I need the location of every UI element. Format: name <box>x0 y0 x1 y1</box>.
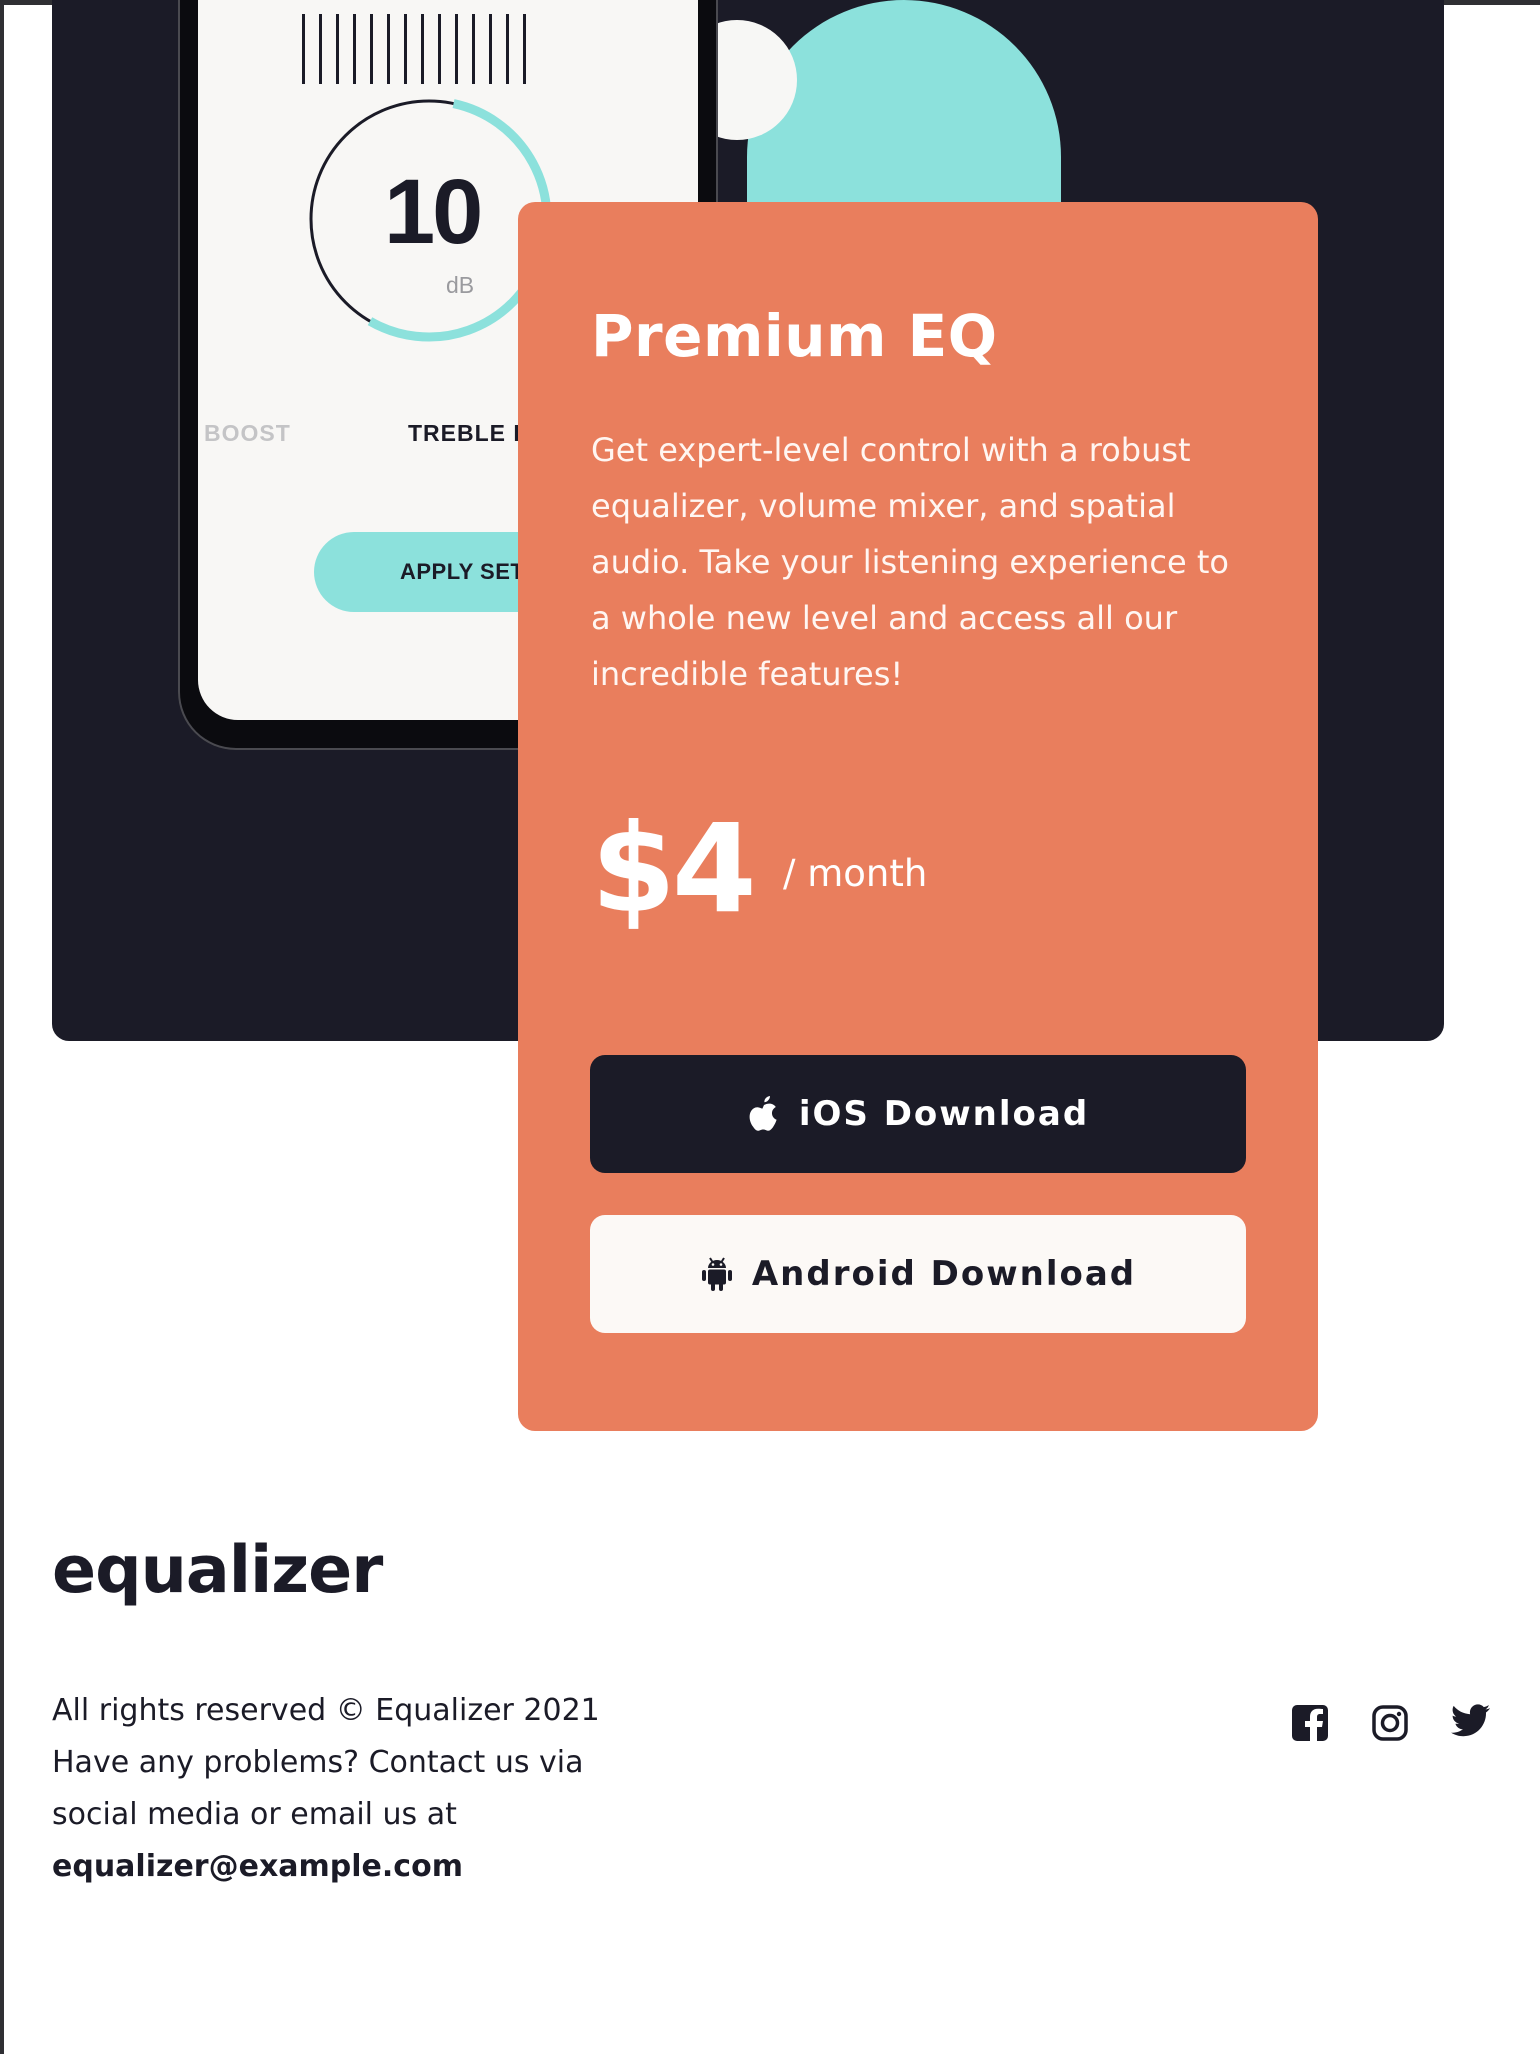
equalizer-bar <box>506 14 509 84</box>
equalizer-bar <box>319 14 322 84</box>
equalizer-bar <box>523 14 526 84</box>
equalizer-bar <box>387 14 390 84</box>
contact-email-link[interactable]: equalizer@example.com <box>52 1849 463 1884</box>
copyright-text: All rights reserved © Equalizer 2021 <box>52 1693 600 1728</box>
social-links <box>1291 1704 1490 1742</box>
card-title: Premium EQ <box>591 302 998 370</box>
ios-download-button[interactable]: iOS Download <box>590 1055 1246 1173</box>
contact-text: Have any problems? Contact us via social… <box>52 1745 584 1832</box>
ios-download-label: iOS Download <box>798 1094 1090 1134</box>
instagram-icon[interactable] <box>1371 1704 1409 1742</box>
android-download-label: Android Download <box>751 1254 1137 1294</box>
price-amount: $4 <box>591 798 757 940</box>
equalizer-bar <box>353 14 356 84</box>
equalizer-bars <box>302 14 552 84</box>
equalizer-bar <box>370 14 373 84</box>
android-download-button[interactable]: Android Download <box>590 1215 1246 1333</box>
facebook-icon[interactable] <box>1291 1704 1329 1742</box>
footer-info: All rights reserved © Equalizer 2021 Hav… <box>52 1685 672 1893</box>
equalizer-bar <box>489 14 492 84</box>
premium-card: Premium EQ Get expert-level control with… <box>518 202 1318 1431</box>
equalizer-bar <box>472 14 475 84</box>
equalizer-bar <box>336 14 339 84</box>
equalizer-bar <box>455 14 458 84</box>
price-period: / month <box>783 852 928 895</box>
equalizer-bar <box>438 14 441 84</box>
card-description: Get expert-level control with a robust e… <box>591 431 1229 693</box>
window-frame-left <box>0 0 4 2054</box>
equalizer-bar <box>404 14 407 84</box>
footer-logo[interactable]: equalizer <box>52 1538 383 1603</box>
tab-bass-boost[interactable]: BOOST <box>204 420 291 447</box>
android-icon <box>700 1254 734 1294</box>
equalizer-bar <box>421 14 424 84</box>
twitter-icon[interactable] <box>1451 1704 1490 1742</box>
gain-unit: dB <box>446 272 475 298</box>
equalizer-bar <box>302 14 305 84</box>
apple-icon <box>747 1094 781 1134</box>
